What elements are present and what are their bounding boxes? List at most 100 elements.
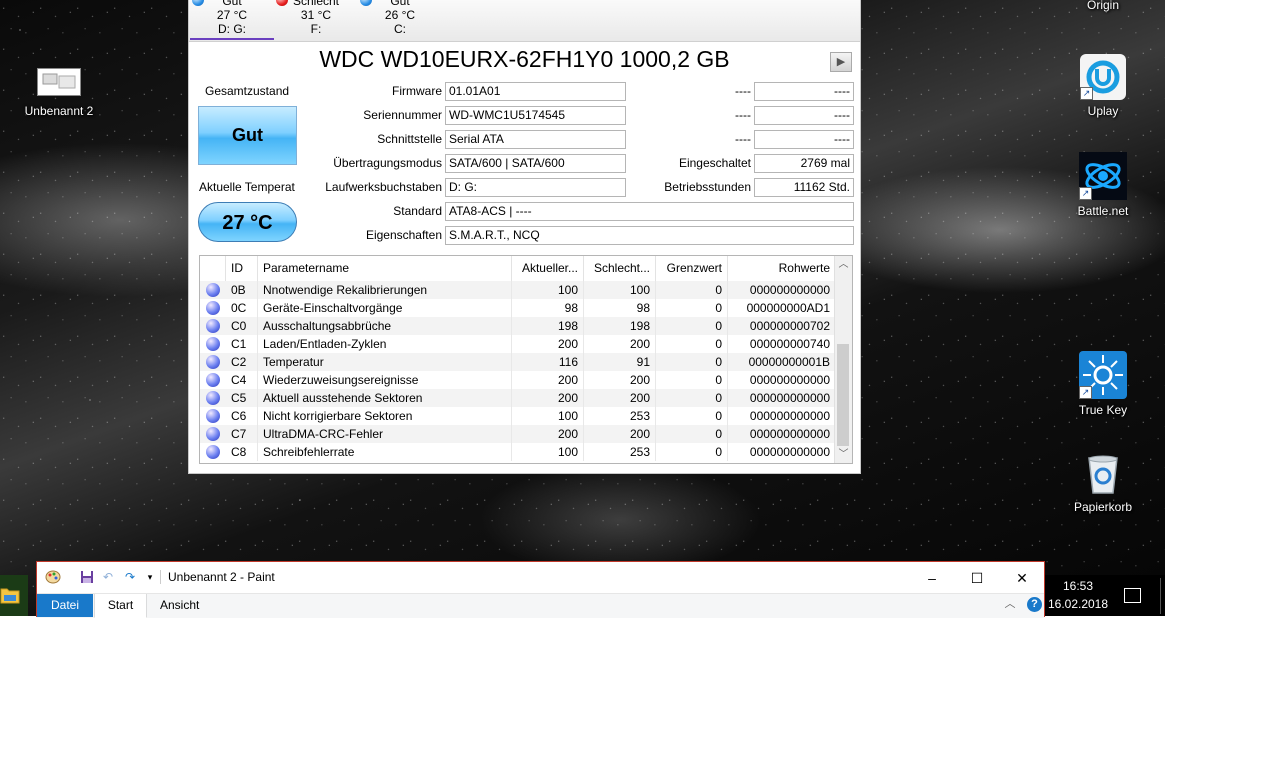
cell-name: Aktuell ausstehende Sektoren [258, 389, 512, 407]
file-explorer-icon[interactable] [0, 586, 20, 604]
minimize-button[interactable]: – [909, 564, 955, 592]
table-row[interactable]: C7 UltraDMA-CRC-Fehler 200 200 0 000000000000 [200, 425, 836, 443]
cell-current: 200 [512, 335, 584, 353]
desktop-icon-origin[interactable]: Origin [1063, 0, 1143, 12]
vertical-scrollbar[interactable]: ︿ ﹀ [834, 256, 852, 463]
table-row[interactable]: C6 Nicht korrigierbare Sektoren 100 253 0 000… [200, 407, 836, 425]
extra-field-3: ---- [754, 130, 854, 149]
status-dot-icon [206, 337, 220, 351]
table-row[interactable]: C4 Wiederzuweisungsereignisse 200 200 0 00000… [200, 371, 836, 389]
scrollbar-thumb[interactable] [837, 344, 849, 446]
show-desktop-divider[interactable] [1160, 578, 1161, 614]
status-dot-icon [206, 391, 220, 405]
header-worst[interactable]: Schlecht... [584, 256, 656, 281]
table-row[interactable]: C1 Laden/Entladen-Zyklen 200 200 0 0000000007… [200, 335, 836, 353]
cell-worst: 200 [584, 371, 656, 389]
drive-tab-f[interactable]: Schlecht 31 °C F: [274, 0, 358, 38]
header-threshold[interactable]: Grenzwert [656, 256, 728, 281]
scroll-up-icon[interactable]: ︿ [835, 256, 852, 273]
cell-id: C7 [226, 425, 258, 443]
tab-datei[interactable]: Datei [37, 594, 93, 617]
desktop-icon-label: True Key [1078, 403, 1128, 417]
cell-raw: 000000000000 [728, 425, 836, 443]
cell-id: C4 [226, 371, 258, 389]
serial-label: Seriennummer [363, 108, 442, 122]
cell-threshold: 0 [656, 443, 728, 461]
customize-toolbar-icon[interactable]: ▾ [142, 570, 158, 584]
drive-letters-label: Laufwerksbuchstaben [325, 180, 442, 194]
desktop-icon-battlenet[interactable]: ↗ Battle.net [1063, 152, 1143, 218]
drive-tab-c[interactable]: Gut 26 °C C: [358, 0, 442, 38]
cell-worst: 200 [584, 425, 656, 443]
table-row[interactable]: C0 Ausschaltungsabbrüche 198 198 0 0000000007… [200, 317, 836, 335]
paint-app-icon[interactable] [45, 570, 61, 584]
desktop-icon-unbenannt[interactable]: Unbenannt 2 [19, 68, 99, 118]
tab-start[interactable]: Start [94, 594, 147, 618]
paint-window-title: Unbenannt 2 - Paint [168, 570, 275, 584]
cell-threshold: 0 [656, 407, 728, 425]
cell-raw: 000000000000 [728, 281, 836, 299]
cell-id: 0B [226, 281, 258, 299]
help-icon[interactable]: ? [1027, 597, 1042, 612]
table-row[interactable]: 0B Nnotwendige Rekalibrierungen 100 100 0 000… [200, 281, 836, 299]
collapse-ribbon-icon[interactable]: ︿ [1003, 595, 1017, 611]
standard-field: ATA8-ACS | ---- [445, 202, 854, 221]
cell-current: 100 [512, 443, 584, 461]
power-on-count-label: Eingeschaltet [678, 156, 751, 170]
clock-time[interactable]: 16:53 [1045, 579, 1111, 593]
next-drive-button[interactable]: ▶ [830, 52, 852, 72]
desktop-icon-uplay[interactable]: ↗ Uplay [1063, 54, 1143, 118]
paint-window: ↶ ↷ ▾ Unbenannt 2 - Paint – ☐ ✕ Datei St… [36, 561, 1045, 618]
shortcut-arrow-icon: ↗ [1079, 187, 1092, 200]
tab-ansicht[interactable]: Ansicht [150, 594, 209, 617]
firmware-label: Firmware [392, 84, 442, 98]
drive-tab-letters: F: [310, 22, 322, 36]
cell-raw: 00000000001B [728, 353, 836, 371]
desktop-icon-label: Unbenannt 2 [24, 104, 94, 118]
undo-icon[interactable]: ↶ [100, 570, 116, 584]
cell-name: Wiederzuweisungsereignisse [258, 371, 512, 389]
header-name[interactable]: Parametername [258, 256, 512, 281]
temperature-button[interactable]: 27 °C [198, 202, 297, 242]
cell-id: C5 [226, 389, 258, 407]
table-row[interactable]: C5 Aktuell ausstehende Sektoren 200 200 0 000… [200, 389, 836, 407]
drive-tab-bar: Gut 27 °C D: G: Schlecht 31 °C F: Gut 26… [189, 0, 860, 42]
desktop-icon-papierkorb[interactable]: Papierkorb [1063, 450, 1143, 514]
extra-field-1: ---- [754, 82, 854, 101]
desktop-icon-label: Battle.net [1077, 204, 1129, 218]
table-row[interactable]: 0C Geräte-Einschaltvorgänge 98 98 0 000000000… [200, 299, 836, 317]
save-icon[interactable] [79, 570, 95, 584]
header-current[interactable]: Aktueller... [512, 256, 584, 281]
cell-current: 200 [512, 389, 584, 407]
header-status[interactable] [200, 256, 226, 281]
cell-name: Geräte-Einschaltvorgänge [258, 299, 512, 317]
cell-id: C8 [226, 443, 258, 461]
header-id[interactable]: ID [226, 256, 258, 281]
close-button[interactable]: ✕ [999, 564, 1045, 592]
cell-raw: 000000000740 [728, 335, 836, 353]
desktop-icon-truekey[interactable]: ↗ True Key [1063, 351, 1143, 417]
clock-date[interactable]: 16.02.2018 [1045, 597, 1111, 611]
temperature-label: Aktuelle Temperat [199, 180, 295, 194]
standard-label: Standard [393, 204, 442, 218]
redo-icon[interactable]: ↷ [122, 570, 138, 584]
extra-label-3: ---- [735, 132, 751, 146]
extra-label-1: ---- [735, 84, 751, 98]
cell-name: Temperatur [258, 353, 512, 371]
status-dot-icon [206, 427, 220, 441]
table-row[interactable]: C8 Schreibfehlerrate 100 253 0 000000000000 [200, 443, 836, 461]
desktop-icon-label: Origin [1086, 0, 1119, 12]
cell-current: 98 [512, 299, 584, 317]
table-row[interactable]: C2 Temperatur 116 91 0 00000000001B [200, 353, 836, 371]
status-dot-icon [206, 409, 220, 423]
action-center-icon[interactable] [1124, 588, 1141, 603]
status-dot-icon [206, 445, 220, 459]
header-raw[interactable]: Rohwerte [728, 256, 836, 281]
cell-worst: 253 [584, 407, 656, 425]
health-status-button[interactable]: Gut [198, 106, 297, 165]
scroll-down-icon[interactable]: ﹀ [835, 446, 852, 463]
maximize-button[interactable]: ☐ [954, 564, 1000, 592]
drive-tab-temp: 26 °C [384, 8, 416, 22]
drive-tab-dg[interactable]: Gut 27 °C D: G: [190, 0, 274, 40]
interface-label: Schnittstelle [377, 132, 442, 146]
